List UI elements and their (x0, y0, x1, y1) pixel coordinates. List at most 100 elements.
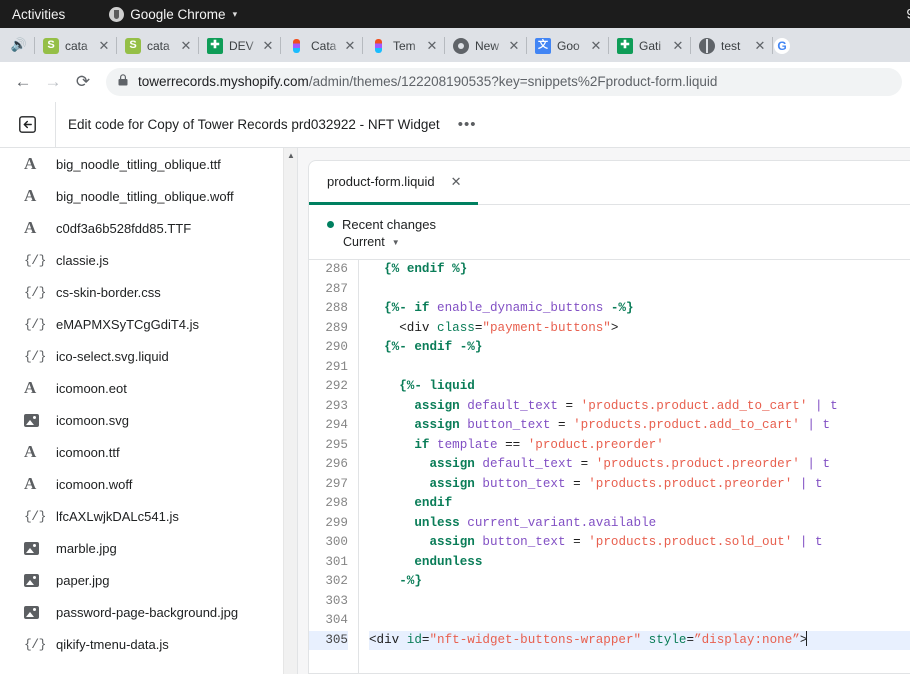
browser-toolbar: ← → ⟳ towerrecords.myshopify.com/admin/t… (0, 62, 910, 102)
browser-tab[interactable]: test✕ (690, 29, 772, 62)
font-file-icon: A (24, 474, 46, 494)
browser-tab[interactable]: Tem✕ (362, 29, 444, 62)
code-line[interactable]: endif (369, 494, 910, 514)
exit-editor-button[interactable] (0, 102, 56, 148)
close-icon[interactable]: ✕ (588, 38, 604, 54)
active-app-menu[interactable]: Google Chrome ▾ (109, 7, 237, 22)
file-list-item[interactable]: Abig_noodle_titling_oblique.woff (0, 180, 297, 212)
forward-button[interactable]: → (38, 67, 68, 97)
code-token: assign (429, 477, 474, 491)
file-list-item[interactable]: Ac0df3a6b528fdd85.TTF (0, 212, 297, 244)
close-icon[interactable]: ✕ (670, 38, 686, 54)
file-list-item[interactable]: Aicomoon.eot (0, 372, 297, 404)
close-icon[interactable]: ✕ (752, 38, 768, 54)
file-list-item[interactable]: {/}lfcAXLwjkDALc541.js (0, 500, 297, 532)
more-actions-button[interactable]: ••• (458, 116, 477, 133)
line-number: 301 (309, 553, 348, 573)
code-line[interactable]: assign default_text = 'products.product.… (369, 397, 910, 417)
close-icon[interactable]: ✕ (342, 38, 358, 54)
browser-tab[interactable]: Cata✕ (280, 29, 362, 62)
browser-tab-partial[interactable]: G (772, 29, 798, 62)
code-token: if (414, 438, 429, 452)
code-token: | (807, 457, 815, 471)
chrome-app-icon (109, 7, 124, 22)
browser-tab[interactable]: ✚DEV✕ (198, 29, 280, 62)
line-number: 288 (309, 299, 348, 319)
code-line[interactable]: assign button_text = 'products.product.a… (369, 416, 910, 436)
code-line[interactable]: {%- liquid (369, 377, 910, 397)
code-line[interactable]: assign button_text = 'products.product.p… (369, 475, 910, 495)
code-token: style (649, 633, 687, 647)
file-list-item[interactable]: Aicomoon.ttf (0, 436, 297, 468)
code-line[interactable] (369, 611, 910, 631)
close-icon[interactable]: ✕ (96, 38, 112, 54)
file-list-item[interactable]: {/}cs-skin-border.css (0, 276, 297, 308)
line-number: 302 (309, 572, 348, 592)
url-path: /admin/themes/122208190535?key=snippets%… (309, 74, 718, 89)
file-list-item[interactable]: icomoon.svg (0, 404, 297, 436)
code-line[interactable]: {% endif %} (369, 260, 910, 280)
code-line[interactable]: <div id="nft-widget-buttons-wrapper" sty… (369, 631, 910, 651)
tab-product-form-liquid[interactable]: product-form.liquid ✕ (309, 161, 478, 205)
file-list-item[interactable]: password-page-background.jpg (0, 596, 297, 628)
line-number: 296 (309, 455, 348, 475)
version-select[interactable]: Current ▼ (343, 235, 892, 249)
close-icon[interactable]: ✕ (506, 38, 522, 54)
file-list-item[interactable]: Aicomoon.woff (0, 468, 297, 500)
activities-button[interactable]: Activities (12, 7, 65, 22)
code-editor[interactable]: 2862872882892902912922932942952962972982… (309, 260, 910, 673)
address-bar[interactable]: towerrecords.myshopify.com/admin/themes/… (106, 68, 902, 96)
browser-tab[interactable]: ✚Gati✕ (608, 29, 690, 62)
code-token (369, 574, 399, 588)
file-name: icomoon.svg (56, 413, 129, 428)
close-icon[interactable]: ✕ (424, 38, 440, 54)
code-line[interactable] (369, 280, 910, 300)
shopify-icon: S (125, 38, 141, 54)
scroll-up-arrow-icon[interactable]: ▲ (284, 148, 298, 162)
browser-tab[interactable]: Scata✕ (116, 29, 198, 62)
code-line[interactable] (369, 358, 910, 378)
back-button[interactable]: ← (8, 67, 38, 97)
file-list-item[interactable]: {/}qikify-tmenu-data.js (0, 628, 297, 660)
code-token: 'products.product.sold_out' (588, 535, 792, 549)
code-line[interactable]: unless current_variant.available (369, 514, 910, 534)
code-token: current_variant.available (467, 516, 656, 530)
code-line[interactable]: -%} (369, 572, 910, 592)
image-file-icon (24, 606, 46, 619)
code-token: 'products.product.add_to_cart' (581, 399, 808, 413)
code-line[interactable]: assign default_text = 'products.product.… (369, 455, 910, 475)
code-line[interactable]: assign button_text = 'products.product.s… (369, 533, 910, 553)
browser-tab[interactable]: New✕ (444, 29, 526, 62)
code-token (369, 340, 384, 354)
file-list-scrollbar[interactable]: ▲ (283, 148, 297, 674)
code-token: = (558, 399, 581, 413)
file-list-item[interactable]: {/}ico-select.svg.liquid (0, 340, 297, 372)
file-list-item[interactable]: Abig_noodle_titling_oblique.ttf (0, 148, 297, 180)
code-line[interactable]: <div class="payment-buttons"> (369, 319, 910, 339)
file-list-item[interactable]: paper.jpg (0, 564, 297, 596)
browser-tab[interactable]: Scata✕ (34, 29, 116, 62)
reload-button[interactable]: ⟳ (68, 67, 98, 97)
code-token: = (550, 418, 573, 432)
file-list-item[interactable]: {/}eMAPMXSyTCgGdiT4.js (0, 308, 297, 340)
code-line[interactable]: if template == 'product.preorder' (369, 436, 910, 456)
recent-changes-label: Recent changes (342, 217, 436, 232)
clock[interactable]: 9 (906, 7, 910, 22)
file-list-item[interactable]: marble.jpg (0, 532, 297, 564)
audio-indicator-icon[interactable]: 🔊 (4, 28, 34, 62)
close-icon[interactable]: ✕ (451, 174, 462, 190)
code-line[interactable]: endunless (369, 553, 910, 573)
code-line[interactable]: {%- if enable_dynamic_buttons -%} (369, 299, 910, 319)
browser-tab-title: Goo (557, 39, 588, 53)
image-file-icon (24, 574, 46, 587)
close-icon[interactable]: ✕ (260, 38, 276, 54)
close-icon[interactable]: ✕ (178, 38, 194, 54)
code-line[interactable]: {%- endif -%} (369, 338, 910, 358)
recent-changes-bar: Recent changes Current ▼ (309, 205, 910, 260)
browser-tab-title: cata (65, 39, 96, 53)
code-line[interactable] (369, 592, 910, 612)
code-content[interactable]: {% endif %} {%- if enable_dynamic_button… (359, 260, 910, 673)
code-file-icon: {/} (24, 637, 46, 652)
browser-tab[interactable]: 文Goo✕ (526, 29, 608, 62)
file-list-item[interactable]: {/}classie.js (0, 244, 297, 276)
